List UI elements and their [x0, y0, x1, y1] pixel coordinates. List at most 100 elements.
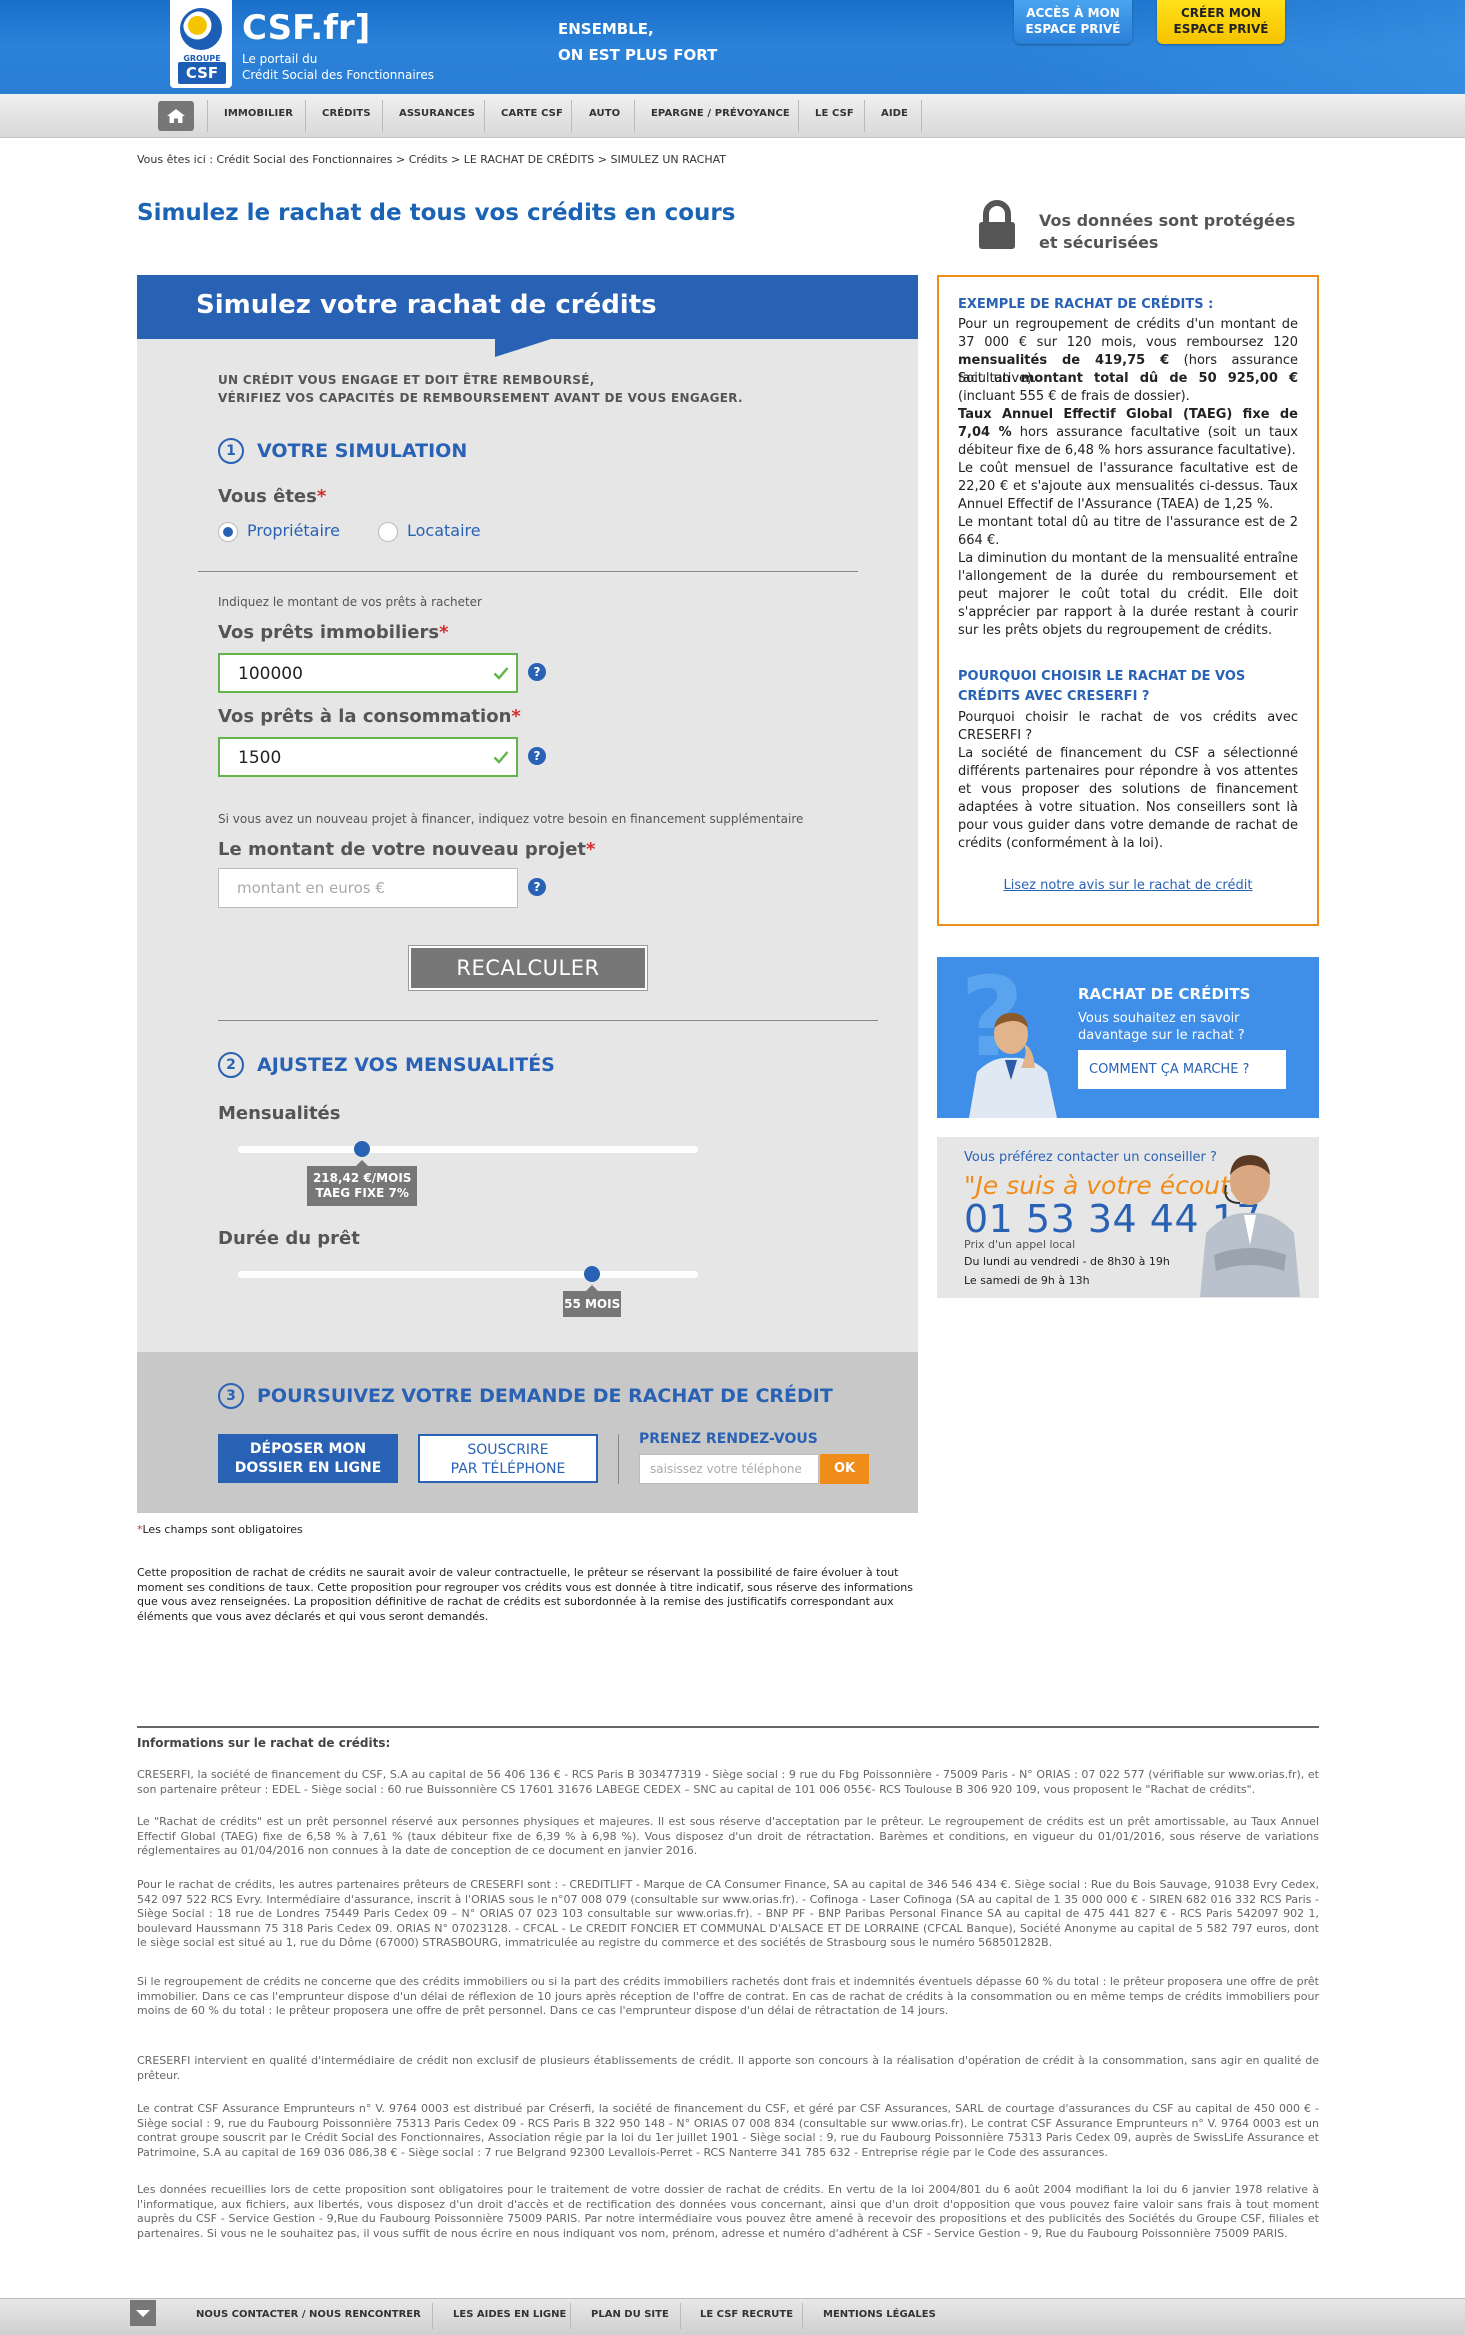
step-2-number: 2	[218, 1052, 244, 1078]
status-label: Vous êtes*	[218, 486, 326, 507]
example-p2-b: montant total dû de 50 925,00 €	[1020, 371, 1298, 386]
nav-item-auto[interactable]: AUTO	[589, 108, 620, 119]
info-paragraph: CRESERFI, la société de financement du C…	[137, 1768, 1319, 1796]
why-choose-title: POURQUOI CHOISIR LE RACHAT DE VOS CRÉDIT…	[958, 669, 1246, 704]
create-private-space-label-2: ESPACE PRIVÉ	[1173, 22, 1269, 36]
private-space-access-label-1: ACCÈS À MON	[1026, 6, 1120, 20]
example-p2-a: Soit un	[958, 371, 1021, 386]
divider	[218, 1020, 878, 1021]
nav-separator	[571, 100, 572, 132]
conso-loans-label-text: Vos prêts à la consommation	[218, 706, 512, 727]
new-project-note: Si vous avez un nouveau projet à finance…	[218, 812, 804, 826]
step-1-title: VOTRE SIMULATION	[257, 440, 468, 462]
footer-separator	[570, 2303, 571, 2329]
nav-item-credits[interactable]: CRÉDITS	[322, 108, 371, 119]
site-name[interactable]: CSF.fr]	[242, 8, 370, 48]
footer-separator	[802, 2303, 803, 2329]
submit-online-label-1: DÉPOSER MON	[249, 1441, 367, 1457]
status-label-text: Vous êtes	[218, 486, 317, 507]
info-paragraph: Pour le rachat de crédits, les autres pa…	[137, 1878, 1319, 1949]
monthly-payments-slider[interactable]	[238, 1146, 698, 1153]
nav-item-immobilier[interactable]: IMMOBILIER	[224, 108, 293, 119]
footer-link-contact[interactable]: NOUS CONTACTER / NOUS RENCONTRER	[196, 2309, 421, 2320]
slogan-line-1: ENSEMBLE,	[558, 20, 654, 38]
check-icon	[493, 751, 509, 764]
nav-separator	[634, 100, 635, 132]
radio-locataire-label[interactable]: Locataire	[407, 521, 481, 540]
nav-item-aide[interactable]: AIDE	[881, 108, 908, 119]
help-icon[interactable]: ?	[528, 663, 546, 681]
nav-item-le-csf[interactable]: LE CSF	[815, 108, 854, 119]
page-title: Simulez le rachat de tous vos crédits en…	[137, 200, 736, 226]
site-tagline-2: Crédit Social des Fonctionnaires	[242, 68, 434, 82]
breadcrumb[interactable]: Vous êtes ici : Crédit Social des Foncti…	[137, 153, 726, 166]
radio-selected-dot	[223, 527, 233, 537]
info-divider	[137, 1726, 1319, 1728]
recalculate-button[interactable]: RECALCULER	[409, 946, 647, 990]
example-paragraph-4: Le coût mensuel de l'assurance facultati…	[958, 461, 1298, 512]
footer-toggle-button[interactable]	[130, 2300, 156, 2326]
required-asterisk: *	[511, 706, 521, 727]
why-choose-paragraph-1: Pourquoi choisir le rachat de vos crédit…	[958, 710, 1298, 743]
form-header-tail	[495, 339, 551, 357]
conso-loans-label: Vos prêts à la consommation*	[218, 706, 521, 727]
vertical-separator	[618, 1434, 619, 1484]
advisor-image	[1200, 1155, 1300, 1297]
example-paragraph-5: Le montant total dû au titre de l'assura…	[958, 515, 1298, 548]
nav-item-epargne-prevoyance[interactable]: EPARGNE / PRÉVOYANCE	[651, 108, 790, 119]
example-paragraph-2: Soit un montant total dû de 50 925,00 € …	[958, 370, 1298, 406]
help-icon[interactable]: ?	[528, 747, 546, 765]
contact-call-price: Prix d'un appel local	[964, 1238, 1076, 1251]
nav-separator	[921, 100, 922, 132]
taeg-value: TAEG FIXE 7%	[315, 1186, 409, 1200]
phone-input[interactable]: saisissez votre téléphone	[639, 1454, 819, 1484]
info-paragraph: Le contrat CSF Assurance Emprunteurs n° …	[137, 2102, 1319, 2159]
read-opinion-link[interactable]: Lisez notre avis sur le rachat de crédit	[937, 878, 1319, 893]
rachat-promo-subtitle-1: Vous souhaitez en savoir	[1078, 1011, 1240, 1026]
required-asterisk: *	[316, 486, 327, 507]
nav-separator	[207, 100, 208, 132]
footer-link-plan[interactable]: PLAN DU SITE	[591, 2309, 669, 2320]
contact-question: Vous préférez contacter un conseiller ?	[964, 1150, 1217, 1165]
contact-hours-saturday: Le samedi de 9h à 13h	[964, 1274, 1090, 1287]
footer-link-recrute[interactable]: LE CSF RECRUTE	[700, 2309, 793, 2320]
create-private-space-button[interactable]: CRÉER MON ESPACE PRIVÉ	[1157, 0, 1285, 44]
immo-loans-input[interactable]: 100000	[218, 653, 518, 693]
how-it-works-button[interactable]: COMMENT ÇA MARCHE ?	[1078, 1050, 1286, 1089]
subscribe-by-phone-button[interactable]: SOUSCRIRE PAR TÉLÉPHONE	[418, 1434, 598, 1483]
example-title: EXEMPLE DE RACHAT DE CRÉDITS :	[958, 297, 1214, 312]
immo-loans-label: Vos prêts immobiliers*	[218, 622, 449, 643]
loans-note: Indiquez le montant de vos prêts à rache…	[218, 595, 482, 609]
submit-online-label-2: DOSSIER EN LIGNE	[234, 1460, 382, 1476]
slogan-line-2: ON EST PLUS FORT	[558, 46, 718, 64]
step-3-title: POURSUIVEZ VOTRE DEMANDE DE RACHAT DE CR…	[257, 1385, 833, 1407]
nav-separator	[864, 100, 865, 132]
example-p1-a: Pour un regroupement de crédits d'un mon…	[958, 317, 1298, 350]
why-choose-paragraph-2: La société de financement du CSF a sélec…	[958, 746, 1298, 851]
footer-link-aides[interactable]: LES AIDES EN LIGNE	[453, 2309, 566, 2320]
info-paragraph: Les données recueillies lors de cette pr…	[137, 2183, 1319, 2240]
ok-button[interactable]: OK	[820, 1454, 869, 1484]
monthly-payments-tooltip: 218,42 €/MOIS TAEG FIXE 7%	[307, 1166, 418, 1206]
nav-item-assurances[interactable]: ASSURANCES	[399, 108, 475, 119]
radio-locataire[interactable]	[378, 522, 398, 542]
conso-loans-input[interactable]: 1500	[218, 737, 518, 777]
footer-link-mentions[interactable]: MENTIONS LÉGALES	[823, 2309, 936, 2320]
step-3-number: 3	[218, 1383, 244, 1409]
private-space-access-label-2: ESPACE PRIVÉ	[1025, 22, 1121, 36]
credit-warning-1: UN CRÉDIT VOUS ENGAGE ET DOIT ÊTRE REMBO…	[218, 373, 595, 387]
help-icon[interactable]: ?	[528, 878, 546, 896]
subscribe-by-phone-label-2: PAR TÉLÉPHONE	[450, 1461, 566, 1477]
divider	[198, 571, 858, 572]
form-title: Simulez votre rachat de crédits	[196, 290, 657, 320]
step-2-title: AJUSTEZ VOS MENSUALITÉS	[257, 1054, 555, 1076]
nav-separator	[305, 100, 306, 132]
private-space-access-button[interactable]: ACCÈS À MON ESPACE PRIVÉ	[1014, 0, 1132, 44]
radio-proprietaire-label[interactable]: Propriétaire	[247, 521, 340, 540]
csf-logo-emblem	[180, 8, 222, 50]
contact-hours-weekdays: Du lundi au vendredi - de 8h30 à 19h	[964, 1255, 1170, 1268]
loan-duration-slider[interactable]	[238, 1271, 698, 1278]
nav-item-carte-csf[interactable]: CARTE CSF	[501, 108, 563, 119]
submit-online-button[interactable]: DÉPOSER MON DOSSIER EN LIGNE	[218, 1434, 398, 1483]
new-project-input[interactable]: montant en euros €	[218, 868, 518, 908]
